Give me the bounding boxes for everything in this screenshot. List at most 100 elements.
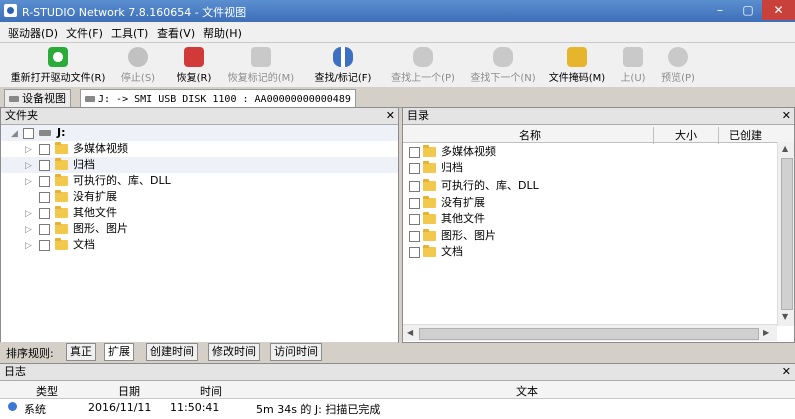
list-item[interactable]: 其他文件 <box>403 211 794 227</box>
recover-marked-icon <box>251 47 271 67</box>
tree-item[interactable]: ▷ 其他文件 <box>1 205 398 221</box>
find-mark-button[interactable]: 查找/标记(F) <box>310 47 376 84</box>
reopen-drive-button[interactable]: 重新打开驱动文件(R) <box>8 47 108 84</box>
recover-button[interactable]: 恢复(R) <box>172 47 216 84</box>
close-button[interactable]: ✕ <box>762 0 795 20</box>
log-row[interactable]: 系统 2016/11/11 11:50:41 5m 34s 的 J: 扫描已完成 <box>0 399 795 416</box>
tree-item[interactable]: ▷ 图形、图片 <box>1 221 398 237</box>
contents-vertical-scrollbar[interactable]: ▲ ▼ <box>777 142 794 326</box>
preview-icon <box>668 47 688 67</box>
tab-drive-files[interactable]: J: -> SMI USB DISK 1100 : AA000000000004… <box>80 89 356 107</box>
list-header: 名称 大小 已创建 <box>403 125 794 144</box>
toolbar: 重新打开驱动文件(R) 停止(S) 恢复(R) 恢复标记的(M) 查找/标记(F… <box>0 43 795 88</box>
list-item[interactable]: 可执行的、库、DLL <box>403 178 794 194</box>
recover-marked-button[interactable]: 恢复标记的(M) <box>224 47 298 84</box>
expand-arrow-icon[interactable]: ▷ <box>25 158 32 174</box>
tree-item[interactable]: ▷ 归档 <box>1 157 398 173</box>
menu-drive[interactable]: 驱动器(D) <box>8 25 58 41</box>
scroll-down-icon[interactable]: ▼ <box>782 312 788 321</box>
close-contents-icon[interactable]: ✕ <box>782 108 791 124</box>
tab-device-view[interactable]: 设备视图 <box>4 89 71 107</box>
tree-checkbox[interactable] <box>39 208 50 219</box>
log-header: 类型 日期 时间 文本 <box>0 381 795 399</box>
column-size[interactable]: 大小 <box>675 127 697 143</box>
list-checkbox[interactable] <box>409 147 420 158</box>
menu-view[interactable]: 查看(V) <box>157 25 195 41</box>
column-created[interactable]: 已创建 <box>729 127 762 143</box>
expand-arrow-icon[interactable]: ▷ <box>25 206 32 222</box>
find-prev-icon <box>413 47 433 67</box>
scroll-right-icon[interactable]: ▶ <box>763 328 769 337</box>
list-checkbox[interactable] <box>409 247 420 258</box>
expand-arrow-icon[interactable]: ▷ <box>25 174 32 190</box>
sort-created-button[interactable]: 创建时间 <box>146 343 198 361</box>
list-item[interactable]: 文档 <box>403 244 794 260</box>
list-item[interactable]: 图形、图片 <box>403 228 794 244</box>
binoculars-icon <box>333 47 353 67</box>
expand-arrow-icon[interactable]: ▷ <box>25 222 32 238</box>
maximize-button[interactable]: ▢ <box>734 0 762 20</box>
folder-icon <box>55 174 68 186</box>
hscroll-thumb[interactable] <box>419 328 759 340</box>
list-checkbox[interactable] <box>409 181 420 192</box>
log-column-type[interactable]: 类型 <box>36 383 58 399</box>
tree-root[interactable]: ◢ J: <box>1 125 398 141</box>
tree-checkbox[interactable] <box>39 192 50 203</box>
close-log-icon[interactable]: ✕ <box>782 364 791 380</box>
scroll-thumb[interactable] <box>781 158 793 310</box>
drive-icon <box>39 130 51 136</box>
list-item[interactable]: 没有扩展 <box>403 195 794 211</box>
minimize-button[interactable]: – <box>706 0 734 20</box>
tree-checkbox[interactable] <box>39 224 50 235</box>
scroll-left-icon[interactable]: ◀ <box>407 328 413 337</box>
column-name[interactable]: 名称 <box>519 127 541 143</box>
contents-panel: 目录 ✕ 名称 大小 已创建 多媒体视频 归档 可执行的、库、DLL 没有扩展 … <box>402 107 795 343</box>
log-column-time[interactable]: 时间 <box>200 383 222 399</box>
find-next-button[interactable]: 查找下一个(N) <box>466 47 540 84</box>
up-button[interactable]: 上(U) <box>618 47 648 84</box>
folder-icon <box>55 238 68 250</box>
tree-item[interactable]: ▷ 文档 <box>1 237 398 253</box>
stop-button[interactable]: 停止(S) <box>118 47 158 84</box>
preview-button[interactable]: 预览(P) <box>658 47 698 84</box>
list-checkbox[interactable] <box>409 231 420 242</box>
sort-accessed-button[interactable]: 访问时间 <box>270 343 322 361</box>
up-folder-icon <box>623 47 643 67</box>
find-next-icon <box>493 47 513 67</box>
tree-item[interactable]: ▷ 可执行的、库、DLL <box>1 173 398 189</box>
expand-arrow-icon[interactable]: ▷ <box>25 142 32 158</box>
expand-arrow-icon[interactable]: ▷ <box>25 238 32 254</box>
list-item[interactable]: 多媒体视频 <box>403 144 794 160</box>
sort-real-button[interactable]: 真正 <box>66 343 96 361</box>
list-item[interactable]: 归档 <box>403 160 794 176</box>
computer-icon <box>9 96 19 102</box>
tree-item[interactable]: 没有扩展 <box>1 189 398 205</box>
tree-checkbox[interactable] <box>39 240 50 251</box>
file-mask-button[interactable]: 文件掩码(M) <box>546 47 608 84</box>
folders-panel: 文件夹 ✕ ◢ J: ▷ 多媒体视频 ▷ 归档 ▷ 可执行的、库、DLL 没有扩… <box>0 107 399 343</box>
list-checkbox[interactable] <box>409 214 420 225</box>
tree-checkbox[interactable] <box>39 144 50 155</box>
tree-root-checkbox[interactable] <box>23 128 34 139</box>
list-checkbox[interactable] <box>409 198 420 209</box>
collapse-arrow-icon[interactable]: ◢ <box>11 126 18 142</box>
scroll-up-icon[interactable]: ▲ <box>782 144 788 153</box>
close-folders-icon[interactable]: ✕ <box>386 108 395 124</box>
drive-icon <box>85 96 95 102</box>
folder-icon <box>55 158 68 170</box>
menu-file[interactable]: 文件(F) <box>66 25 103 41</box>
log-column-text[interactable]: 文本 <box>516 383 538 399</box>
menu-help[interactable]: 帮助(H) <box>203 25 242 41</box>
contents-horizontal-scrollbar[interactable]: ◀ ▶ <box>403 324 777 341</box>
list-checkbox[interactable] <box>409 163 420 174</box>
tree-checkbox[interactable] <box>39 160 50 171</box>
tree-item[interactable]: ▷ 多媒体视频 <box>1 141 398 157</box>
tree-checkbox[interactable] <box>39 176 50 187</box>
sort-modified-button[interactable]: 修改时间 <box>208 343 260 361</box>
sort-bar: 排序规则: 真正 扩展 创建时间 修改时间 访问时间 <box>0 342 398 361</box>
sort-extension-button[interactable]: 扩展 <box>104 343 134 361</box>
menu-tools[interactable]: 工具(T) <box>111 25 148 41</box>
folder-icon <box>423 212 436 224</box>
find-prev-button[interactable]: 查找上一个(P) <box>386 47 460 84</box>
log-column-date[interactable]: 日期 <box>118 383 140 399</box>
